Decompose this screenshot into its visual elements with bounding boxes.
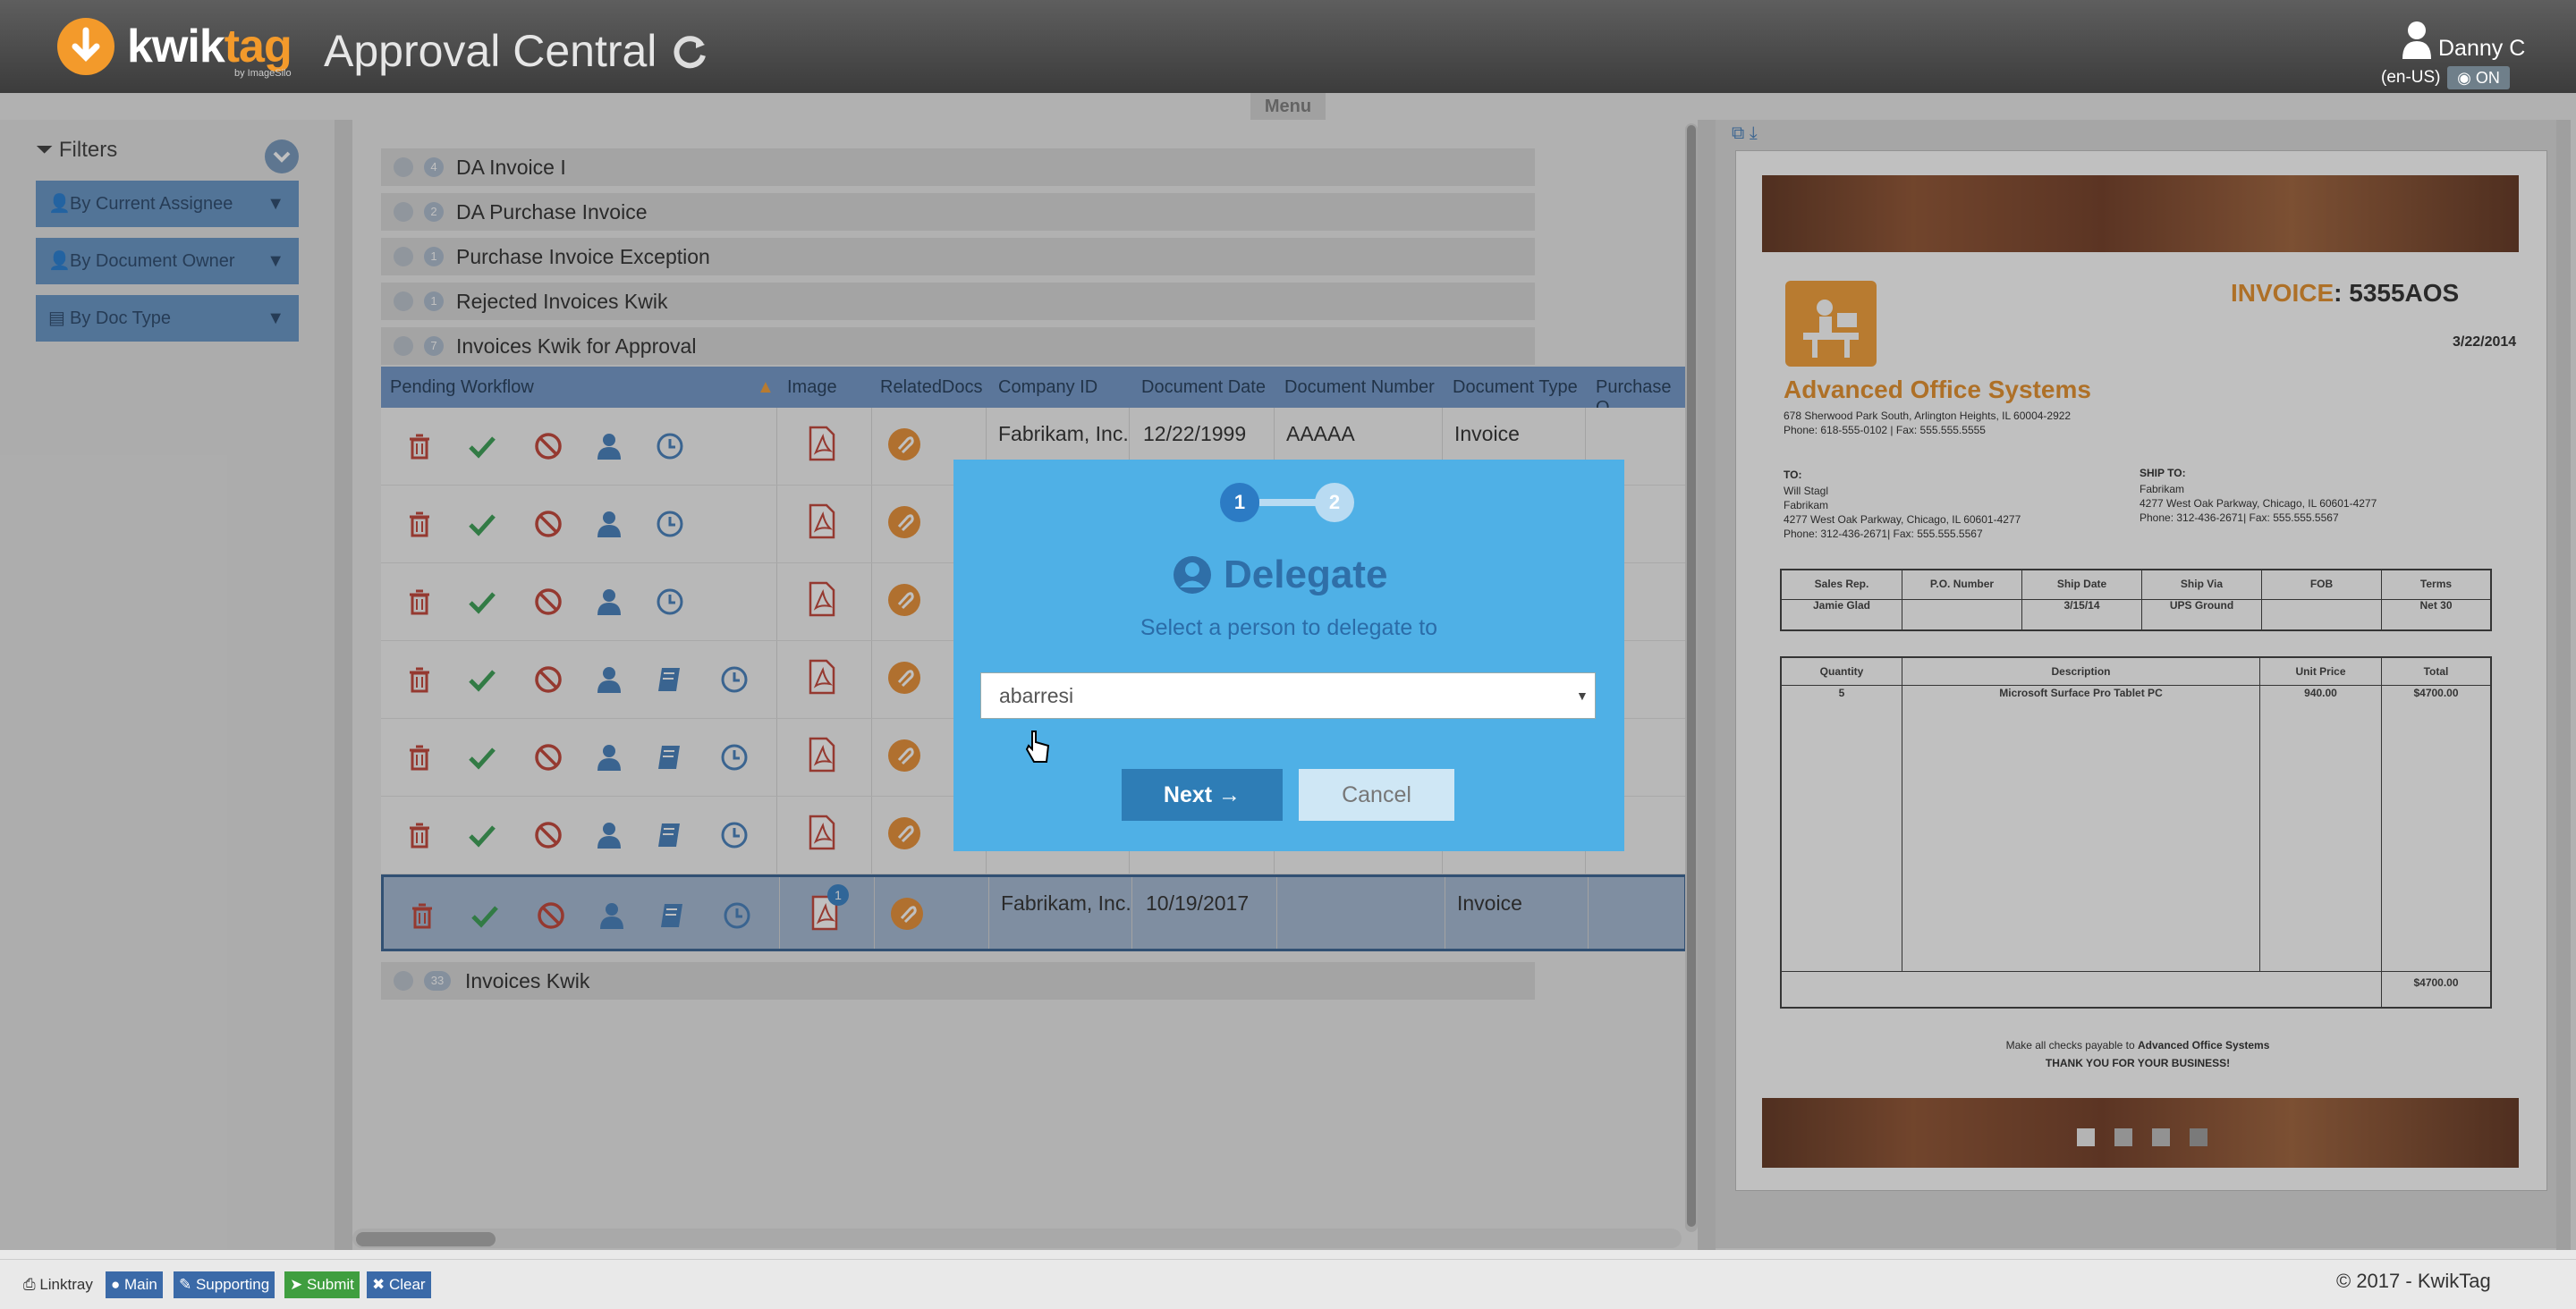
logo-text: kwiktag — [127, 21, 292, 72]
user-name[interactable]: Danny C — [2438, 36, 2525, 62]
logo-subtitle: by ImageSilo — [234, 68, 292, 79]
submit-button[interactable]: ➤ Submit — [284, 1271, 360, 1298]
clear-button[interactable]: ✖ Clear — [367, 1271, 431, 1298]
dialog-title: Delegate — [1224, 553, 1388, 596]
delegate-dialog — [953, 460, 1624, 851]
linktray-button[interactable]: ⎙ Linktray — [18, 1271, 98, 1298]
visibility-toggle[interactable]: ◉ ON — [2447, 66, 2510, 89]
user-circle-icon — [1172, 554, 1213, 595]
user-avatar-icon[interactable] — [2401, 20, 2433, 59]
step-2-indicator: 2 — [1315, 483, 1354, 522]
supporting-button[interactable]: ✎ Supporting — [174, 1271, 275, 1298]
main-button[interactable]: ● Main — [106, 1271, 163, 1298]
delegate-person-select[interactable]: abarresi — [980, 672, 1596, 719]
kwiktag-logo-icon — [57, 18, 114, 75]
dropdown-caret-icon[interactable]: ▼ — [1576, 688, 1589, 703]
app-title: Approval Central — [324, 26, 657, 76]
next-button[interactable]: Next → — [1122, 769, 1283, 821]
hand-cursor-icon — [1025, 730, 1050, 765]
dialog-subtitle: Select a person to delegate to — [1140, 615, 1438, 640]
step-1-indicator: 1 — [1220, 483, 1259, 522]
locale-label: (en-US) — [2381, 68, 2441, 87]
refresh-icon[interactable] — [669, 30, 710, 72]
copyright: © 2017 - KwikTag — [2336, 1270, 2491, 1292]
cancel-button[interactable]: Cancel — [1299, 769, 1454, 821]
